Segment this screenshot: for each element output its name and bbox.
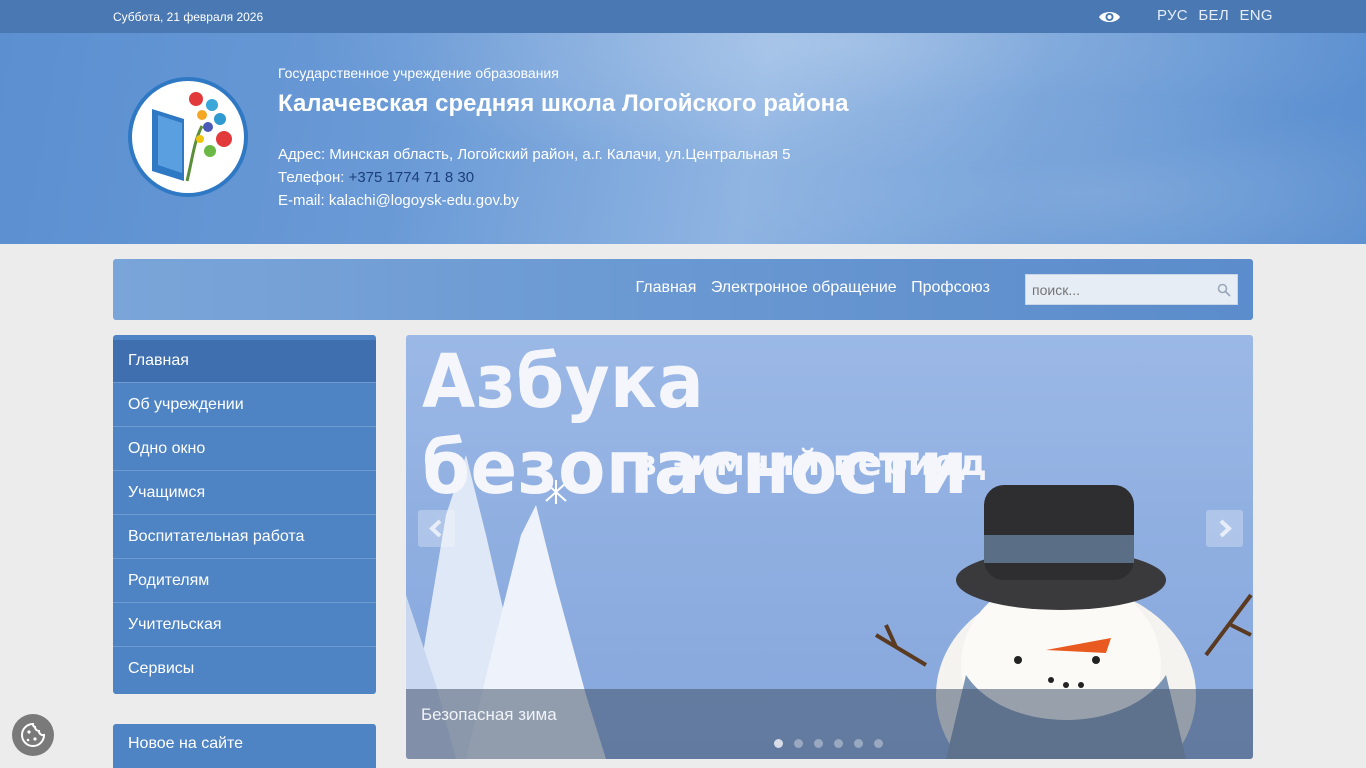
- slider-dot[interactable]: [834, 739, 843, 748]
- slide-caption[interactable]: Безопасная зима: [421, 705, 557, 725]
- slide-subheading: в зимний период: [634, 443, 987, 484]
- nav-link-appeal[interactable]: Электронное обращение: [711, 279, 897, 296]
- cookie-icon: [21, 722, 46, 747]
- logo-emblem-icon: [152, 92, 232, 182]
- lang-en[interactable]: ENG: [1239, 7, 1272, 24]
- school-phone: Телефон: +375 1774 71 8 30: [278, 169, 474, 186]
- slider-dot[interactable]: [874, 739, 883, 748]
- sidebar-item-services[interactable]: Сервисы: [113, 646, 376, 690]
- main-navbar: Главная Электронное обращение Профсоюз: [113, 259, 1253, 320]
- slider-prev-button[interactable]: [418, 510, 455, 547]
- slider-dot[interactable]: [814, 739, 823, 748]
- phone-number[interactable]: +375 1774 71 8 30: [349, 169, 475, 186]
- search-box: [1025, 274, 1238, 305]
- school-subtitle: Государственное учреждение образования: [278, 65, 559, 81]
- sidebar-item-one-window[interactable]: Одно окно: [113, 426, 376, 470]
- lang-by[interactable]: БЕЛ: [1198, 7, 1229, 24]
- sidebar-item-teachers[interactable]: Учительская: [113, 602, 376, 646]
- news-block-title[interactable]: Новое на сайте: [113, 724, 376, 768]
- slider-dots: [774, 735, 894, 753]
- sidebar-item-parents[interactable]: Родителям: [113, 558, 376, 602]
- search-icon[interactable]: [1217, 283, 1231, 297]
- nav-link-union[interactable]: Профсоюз: [911, 279, 990, 296]
- sidebar-menu: Главная Об учреждении Одно окно Учащимся…: [113, 335, 376, 694]
- eye-icon[interactable]: [1098, 9, 1121, 25]
- sidebar-item-education-work[interactable]: Воспитательная работа: [113, 514, 376, 558]
- slider-dot[interactable]: [794, 739, 803, 748]
- current-date: Суббота, 21 февраля 2026: [113, 10, 264, 24]
- school-title[interactable]: Калачевская средняя школа Логойского рай…: [278, 90, 848, 118]
- phone-label: Телефон:: [278, 169, 349, 186]
- slider-dot[interactable]: [774, 739, 783, 748]
- nav-link-home[interactable]: Главная: [635, 279, 696, 296]
- sidebar-item-about[interactable]: Об учреждении: [113, 382, 376, 426]
- slider-next-button[interactable]: [1206, 510, 1243, 547]
- cookie-settings-button[interactable]: [12, 714, 54, 756]
- sidebar-item-home[interactable]: Главная: [113, 340, 376, 382]
- slider-dot[interactable]: [854, 739, 863, 748]
- school-email: E-mail: kalachi@logoysk-edu.gov.by: [278, 192, 519, 209]
- site-header: Государственное учреждение образования К…: [0, 33, 1366, 244]
- lang-ru[interactable]: РУС: [1157, 7, 1188, 24]
- school-logo[interactable]: [128, 77, 248, 197]
- slide-heading: Азбука безопасности: [422, 339, 969, 511]
- image-slider[interactable]: Азбука безопасности в зимний период Безо…: [406, 335, 1253, 759]
- school-address: Адрес: Минская область, Логойский район,…: [278, 146, 791, 163]
- chevron-left-icon: [429, 519, 442, 538]
- nav-links: Главная Электронное обращение Профсоюз: [625, 279, 990, 297]
- search-input[interactable]: [1032, 281, 1212, 299]
- top-bar: Суббота, 21 февраля 2026 РУС БЕЛ ENG: [0, 0, 1366, 33]
- chevron-right-icon: [1219, 519, 1232, 538]
- language-switcher: РУС БЕЛ ENG: [1157, 7, 1279, 24]
- sidebar-item-students[interactable]: Учащимся: [113, 470, 376, 514]
